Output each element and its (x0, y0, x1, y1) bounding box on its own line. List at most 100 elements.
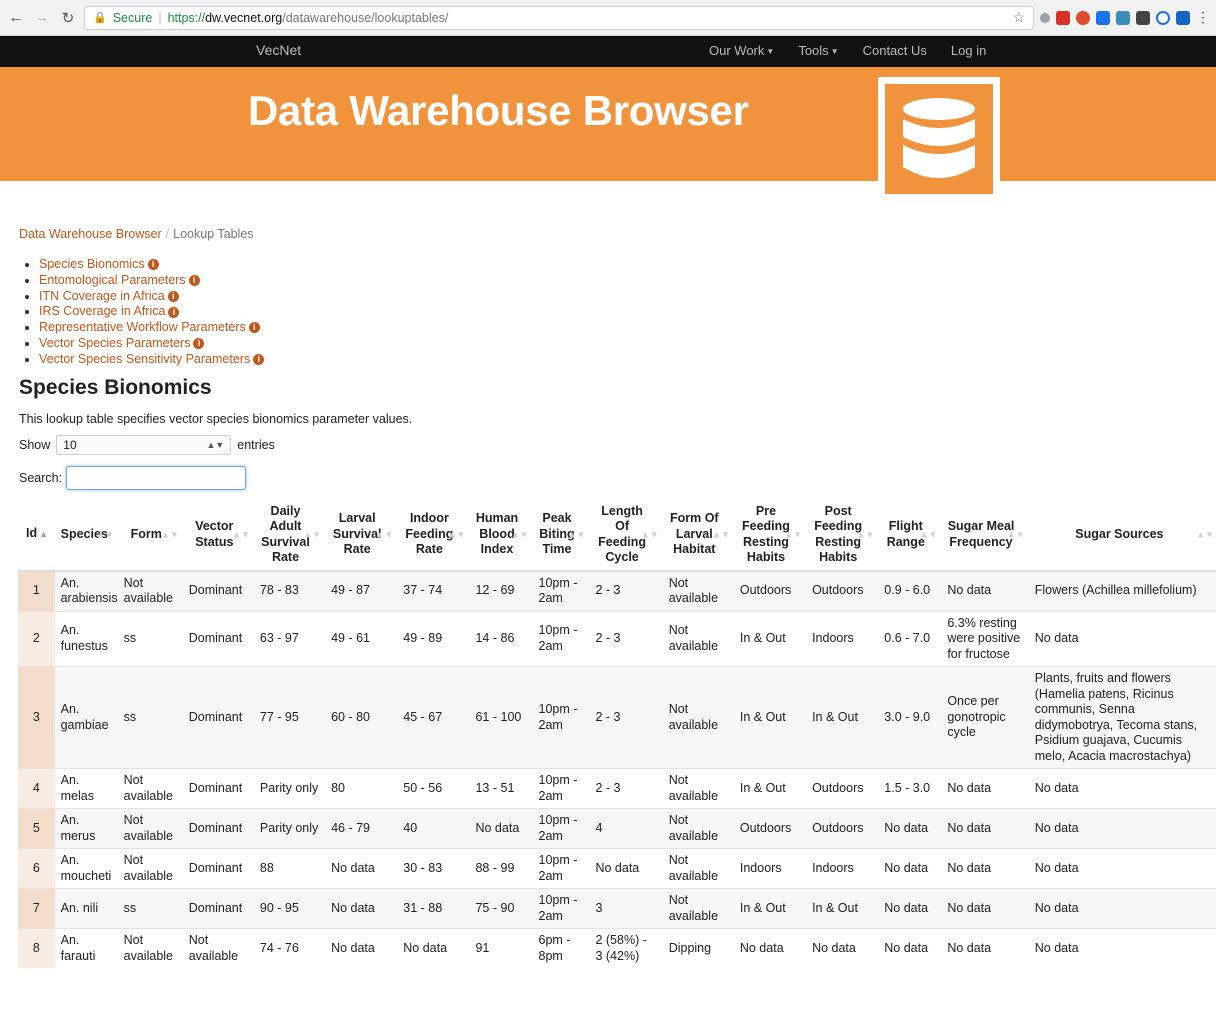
column-header[interactable]: Sugar Meal Frequency ▲▼ (941, 499, 1029, 572)
breadcrumb-root-link[interactable]: Data Warehouse Browser (19, 227, 162, 241)
sort-icon: ▲▼ (856, 528, 875, 539)
cell-feeding-cycle: 3 (589, 888, 663, 929)
column-header[interactable]: Form ▲▼ (117, 499, 183, 572)
cell-feeding-cycle: 2 (58%) - 3 (42%) (589, 928, 663, 969)
list-item[interactable]: Species Bionomicsi (39, 257, 1216, 273)
info-icon[interactable]: i (168, 306, 180, 318)
entries-label: entries (237, 437, 275, 452)
extension-icon[interactable] (1096, 10, 1110, 25)
cell-sugar-meal-frequency: No data (941, 808, 1029, 849)
list-item[interactable]: Representative Workflow Parametersi (39, 320, 1216, 336)
cell-vector-status: Dominant (182, 610, 254, 667)
browser-menu-icon[interactable]: ⋮ (1196, 9, 1210, 26)
bookmark-star-icon[interactable]: ☆ (1012, 9, 1025, 26)
column-header[interactable]: Indoor Feeding Rate ▲▼ (397, 499, 470, 572)
brand-link[interactable]: VecNet (256, 42, 301, 58)
extension-icon[interactable] (1040, 12, 1050, 23)
column-header[interactable]: Vector Status ▲▼ (182, 499, 254, 572)
page-length-control: Show 10 ▲▼ entries (19, 434, 1216, 455)
forward-icon[interactable]: → (32, 8, 52, 28)
cell-daily-adult-survival: Parity only (253, 808, 326, 849)
column-header[interactable]: Flight Range ▲▼ (878, 499, 942, 572)
info-icon[interactable]: i (193, 338, 205, 350)
reload-icon[interactable]: ↻ (58, 8, 78, 28)
address-bar[interactable]: 🔒 Secure | https://dw.vecnet.org/datawar… (84, 5, 1034, 30)
cell-pre-feeding-resting: Outdoors (733, 808, 807, 849)
extension-icon[interactable] (1156, 10, 1170, 25)
cc-icon[interactable] (1136, 10, 1150, 25)
column-header[interactable]: Post Feeding Resting Habits ▲▼ (806, 499, 879, 572)
cell-flight-range: No data (878, 848, 942, 889)
cell-vector-status: Dominant (182, 848, 254, 889)
secure-label: Secure (112, 10, 153, 25)
nav-our-work[interactable]: Our Work ▼ (709, 43, 774, 58)
list-item[interactable]: Entomological Parametersi (39, 273, 1216, 289)
cell-post-feeding-resting: In & Out (806, 666, 879, 769)
table-row: 7 An. nili ss Dominant 90 - 95 No data 3… (18, 888, 1216, 929)
column-header[interactable]: Species ▲▼ (54, 499, 118, 572)
cell-flight-range: No data (878, 808, 942, 849)
column-header[interactable]: Pre Feeding Resting Habits ▲▼ (733, 499, 807, 572)
back-icon[interactable]: ← (6, 8, 26, 28)
column-header[interactable]: Form Of Larval Habitat ▲▼ (662, 499, 734, 572)
cell-id: 8 (18, 928, 55, 969)
column-header[interactable]: Larval Survival Rate ▲▼ (325, 499, 398, 572)
cell-feeding-cycle: 2 - 3 (589, 768, 663, 809)
cell-larval-habitat: Not available (662, 888, 734, 929)
database-icon (903, 98, 975, 178)
adblock-icon[interactable] (1076, 10, 1090, 25)
cell-id: 7 (18, 888, 55, 929)
list-item[interactable]: Vector Species Sensitivity Parametersi (39, 352, 1216, 368)
nav-tools[interactable]: Tools ▼ (798, 43, 838, 58)
breadcrumb-current: Lookup Tables (173, 227, 254, 241)
sort-icon: ▲▼ (510, 528, 529, 539)
cell-flight-range: No data (878, 928, 942, 969)
column-header[interactable]: Human Blood Index ▲▼ (469, 499, 533, 572)
info-icon[interactable]: i (253, 353, 265, 365)
table-row: 1 An. arabiensis Not available Dominant … (18, 570, 1216, 612)
extension-icon[interactable] (1116, 10, 1130, 25)
column-header[interactable]: Sugar Sources ▲▼ (1028, 499, 1216, 572)
gmail-icon[interactable] (1056, 10, 1070, 25)
sort-icon: ▲▼ (375, 528, 394, 539)
cell-post-feeding-resting: Outdoors (806, 570, 879, 612)
table-row: 2 An. funestus ss Dominant 63 - 97 49 - … (18, 610, 1216, 667)
cell-indoor-feeding: 30 - 83 (397, 848, 470, 889)
caret-down-icon: ▼ (766, 47, 775, 57)
cell-human-blood-index: 12 - 69 (469, 570, 533, 612)
cell-flight-range: No data (878, 888, 942, 929)
cell-indoor-feeding: 45 - 67 (397, 666, 470, 769)
nav-log-in[interactable]: Log in (951, 43, 986, 58)
column-header[interactable]: Length Of Feeding Cycle ▲▼ (589, 499, 663, 572)
page-banner: Data Warehouse Browser (0, 67, 1216, 201)
sort-icon: ▲▼ (567, 528, 586, 539)
database-logo (878, 77, 1000, 201)
sort-icon: ▲▼ (303, 528, 322, 539)
search-input[interactable] (66, 465, 247, 490)
cell-peak-biting-time: 10pm - 2am (532, 610, 590, 667)
info-icon[interactable]: i (147, 259, 159, 271)
cell-species: An. funestus (54, 610, 118, 667)
table-body: 1 An. arabiensis Not available Dominant … (18, 570, 1216, 969)
extension-icon[interactable] (1176, 10, 1190, 25)
cell-id: 4 (18, 768, 55, 809)
search-control: Search: (19, 465, 1216, 490)
table-row: 8 An. farauti Not available Not availabl… (18, 928, 1216, 969)
info-icon[interactable]: i (188, 275, 200, 286)
cell-species: An. gambiae (54, 666, 118, 769)
banner-title: Data Warehouse Browser (248, 87, 749, 134)
column-header[interactable]: Peak Biting Time ▲▼ (532, 499, 590, 572)
cell-id: 5 (18, 808, 55, 849)
cell-post-feeding-resting: Indoors (806, 848, 879, 889)
info-icon[interactable]: i (167, 290, 179, 302)
column-header[interactable]: Id ▲ (18, 499, 55, 572)
list-item[interactable]: Vector Species Parametersi (39, 336, 1216, 352)
list-item[interactable]: IRS Coverage in Africai (39, 304, 1216, 320)
cell-daily-adult-survival: 77 - 95 (253, 666, 326, 769)
sort-icon: ▲▼ (447, 528, 466, 539)
nav-contact-us[interactable]: Contact Us (863, 43, 927, 58)
entries-select[interactable]: 10 ▲▼ (56, 434, 232, 455)
info-icon[interactable]: i (248, 322, 260, 334)
list-item[interactable]: ITN Coverage in Africai (39, 289, 1216, 305)
column-header[interactable]: Daily Adult Survival Rate ▲▼ (253, 499, 326, 572)
